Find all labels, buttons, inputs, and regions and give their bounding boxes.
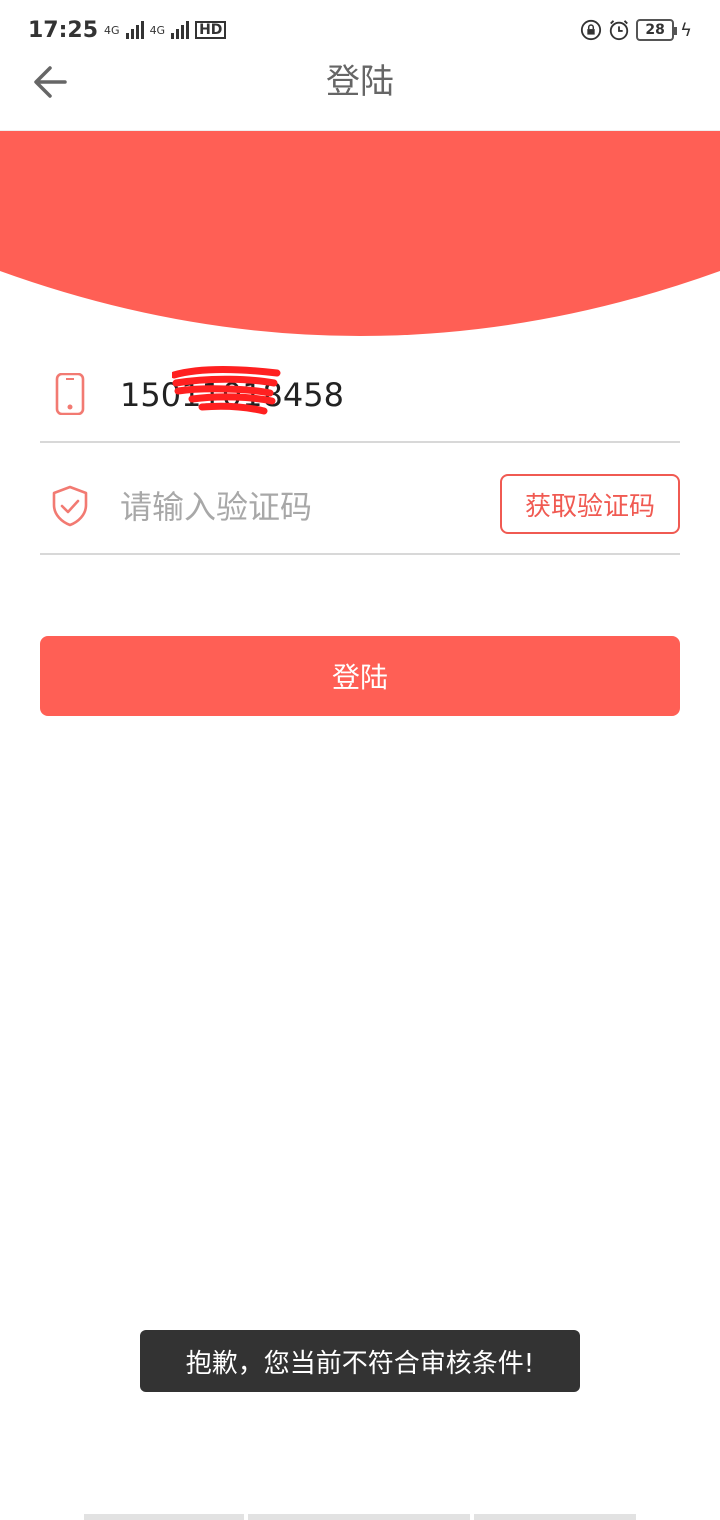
sim2-label: 4G <box>149 23 166 37</box>
login-screen: 17:25 4G 4G HD 28 ϟ 登陆 15011018458 请输入验证… <box>0 0 720 1520</box>
nav-hint-middle <box>248 1514 470 1520</box>
rotation-lock-icon <box>581 19 602 41</box>
top-app-bar: 登陆 <box>0 60 720 130</box>
phone-icon <box>55 373 85 415</box>
shield-check-icon <box>52 485 88 527</box>
decorative-banner <box>0 131 720 336</box>
get-verification-code-button[interactable]: 获取验证码 <box>500 474 680 534</box>
login-button[interactable]: 登陆 <box>40 636 680 716</box>
toast-message: 抱歉，您当前不符合审核条件! <box>140 1330 580 1392</box>
hd-icon: HD <box>195 21 227 39</box>
status-left: 17:25 4G 4G HD <box>28 17 227 43</box>
nav-hint-right <box>474 1514 636 1520</box>
status-time: 17:25 <box>28 17 99 43</box>
page-title: 登陆 <box>326 62 394 102</box>
status-bar: 17:25 4G 4G HD 28 ϟ <box>0 0 720 60</box>
verification-code-row: 获取验证码 <box>40 457 680 555</box>
sim1-signal-icon <box>125 21 144 39</box>
alarm-icon <box>609 20 629 41</box>
nav-hint-left <box>84 1514 244 1520</box>
charging-icon: ϟ <box>680 19 692 41</box>
redaction-scribble <box>172 366 281 415</box>
sim1-label: 4G <box>104 23 120 37</box>
phone-row <box>40 345 680 443</box>
battery-icon: 28 <box>636 19 678 41</box>
verification-code-input[interactable] <box>120 485 480 529</box>
status-right: 28 ϟ <box>580 19 692 41</box>
sim2-signal-icon <box>171 21 190 39</box>
